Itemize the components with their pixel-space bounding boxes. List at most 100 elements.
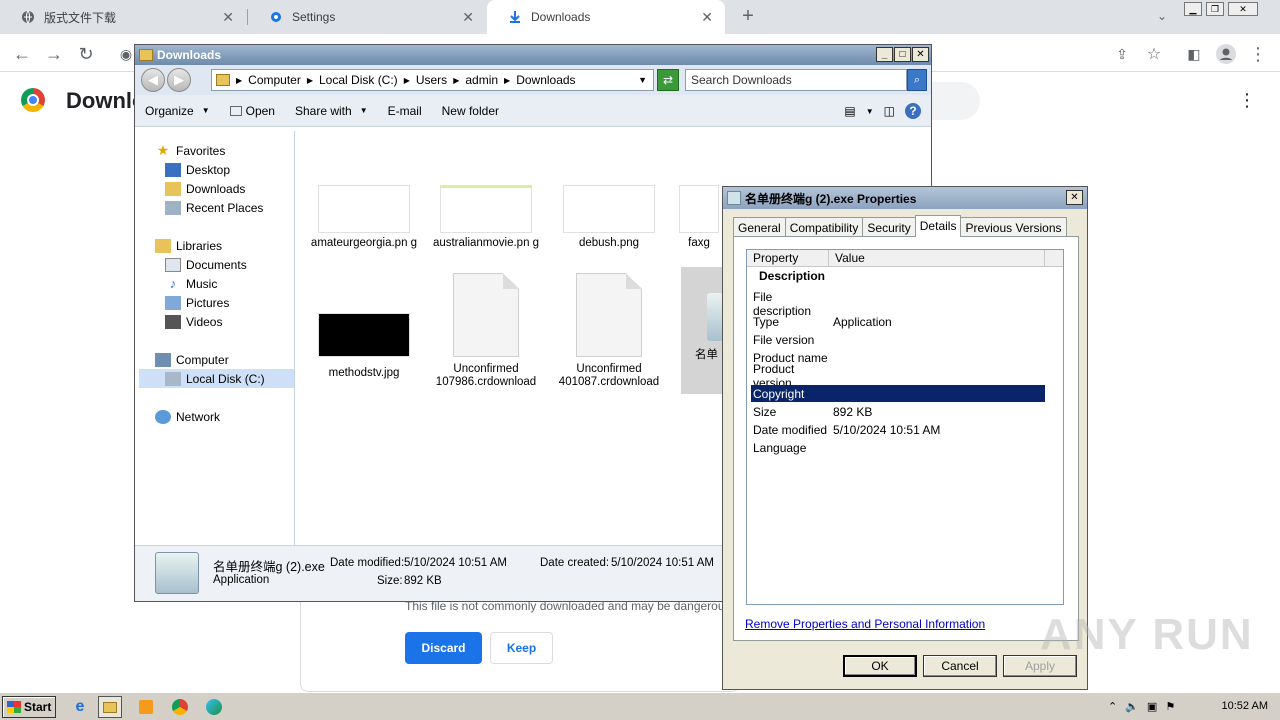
column-header-value[interactable]: Value xyxy=(829,250,1045,266)
close-icon[interactable]: ✕ xyxy=(222,9,234,26)
tab-details[interactable]: Details xyxy=(914,215,962,237)
property-row[interactable]: File version xyxy=(751,331,1045,348)
remove-properties-link[interactable]: Remove Properties and Personal Informati… xyxy=(745,617,985,631)
share-icon[interactable]: ⇪ xyxy=(1110,42,1134,66)
chrome-taskbar-icon[interactable] xyxy=(168,696,192,718)
organize-menu[interactable]: Organize ▼ xyxy=(135,104,220,118)
dropdown-arrow-icon[interactable]: ▼ xyxy=(638,75,647,85)
tab-security[interactable]: Security xyxy=(862,217,916,237)
refresh-icon[interactable]: ⇄ xyxy=(657,69,679,91)
file-item-selected[interactable]: 名单 (2 xyxy=(681,267,723,394)
email-button[interactable]: E-mail xyxy=(378,104,432,118)
star-icon[interactable]: ☆ xyxy=(1142,42,1166,66)
file-item[interactable]: amateurgeorgia.pn g xyxy=(308,185,420,250)
maximize-button[interactable]: □ xyxy=(894,47,911,62)
media-player-icon[interactable] xyxy=(134,696,158,718)
ie-icon[interactable]: e xyxy=(68,696,92,718)
network-tray-icon[interactable]: ▣ xyxy=(1147,700,1157,713)
property-row[interactable]: Date modified 5/10/2024 10:51 AM xyxy=(751,421,1045,438)
file-item[interactable]: australianmovie.pn g xyxy=(430,185,542,250)
nav-local-disk[interactable]: Local Disk (C:) xyxy=(139,369,294,388)
cancel-button[interactable]: Cancel xyxy=(923,655,997,677)
tray-arrow-icon[interactable]: ⌃ xyxy=(1108,700,1117,713)
start-button[interactable]: Start xyxy=(2,696,56,718)
property-row[interactable]: File description xyxy=(751,290,1045,318)
tab-previous-versions[interactable]: Previous Versions xyxy=(960,217,1067,237)
new-tab-icon[interactable]: + xyxy=(736,4,760,28)
chevron-down-icon[interactable]: ⌄ xyxy=(1150,4,1174,28)
flag-icon[interactable]: ⚑ xyxy=(1165,700,1175,713)
column-header-property[interactable]: Property xyxy=(747,250,829,266)
breadcrumb-local-disk[interactable]: Local Disk (C:) xyxy=(319,73,398,87)
property-row-selected[interactable]: Copyright xyxy=(751,385,1045,402)
address-row: ◀ ▶ ▶ Computer ▶ Local Disk (C:) ▶ Users… xyxy=(135,65,931,95)
nav-pictures[interactable]: Pictures xyxy=(165,293,229,312)
preview-pane-icon[interactable]: ◫ xyxy=(884,104,895,118)
nav-documents[interactable]: Documents xyxy=(165,255,247,274)
property-row[interactable]: Type Application xyxy=(751,313,1045,330)
address-bar[interactable]: ▶ Computer ▶ Local Disk (C:) ▶ Users ▶ a… xyxy=(211,69,654,91)
nav-libraries[interactable]: Libraries xyxy=(155,236,222,255)
help-icon[interactable]: ? xyxy=(905,103,921,119)
close-button[interactable]: ✕ xyxy=(912,47,929,62)
explorer-taskbar-icon[interactable] xyxy=(98,696,122,718)
tab-downloads[interactable]: Downloads ✕ xyxy=(487,0,725,34)
tab-compatibility[interactable]: Compatibility xyxy=(784,217,864,237)
share-with-menu[interactable]: Share with ▼ xyxy=(285,104,378,118)
tab-general[interactable]: General xyxy=(733,217,786,237)
nav-videos[interactable]: Videos xyxy=(165,312,222,331)
file-item[interactable]: faxg xyxy=(676,185,722,250)
file-item[interactable]: Unconfirmed 401087.crdownload xyxy=(553,273,665,389)
clock[interactable]: 10:52 AM xyxy=(1222,700,1268,712)
breadcrumb-computer[interactable]: Computer xyxy=(248,73,301,87)
breadcrumb-downloads[interactable]: Downloads xyxy=(516,73,575,87)
property-row[interactable]: Product version xyxy=(751,362,1045,390)
close-icon[interactable]: ✕ xyxy=(701,9,713,26)
discard-button[interactable]: Discard xyxy=(405,632,482,664)
open-button[interactable]: Open xyxy=(220,104,285,118)
search-icon[interactable]: ⌕ xyxy=(907,69,927,91)
ok-button[interactable]: OK xyxy=(843,655,917,677)
close-icon[interactable]: ✕ xyxy=(462,9,474,26)
property-row[interactable]: Size 892 KB xyxy=(751,403,1045,420)
reload-icon[interactable]: ↻ xyxy=(74,42,98,66)
property-list[interactable]: Property Value Description File descript… xyxy=(746,249,1064,605)
breadcrumb-admin[interactable]: admin xyxy=(465,73,498,87)
close-button[interactable]: ✕ xyxy=(1066,190,1083,205)
keep-button[interactable]: Keep xyxy=(490,632,553,664)
profile-icon[interactable] xyxy=(1214,42,1238,66)
more-actions-icon[interactable]: ⋮ xyxy=(1238,90,1256,111)
nav-desktop[interactable]: Desktop xyxy=(165,160,230,179)
dialog-titlebar[interactable]: 名单册终端g (2).exe Properties ✕ xyxy=(723,187,1087,209)
nav-music[interactable]: ♪ Music xyxy=(165,274,218,293)
nav-computer[interactable]: Computer xyxy=(155,350,229,369)
new-folder-button[interactable]: New folder xyxy=(432,104,509,118)
nav-downloads[interactable]: Downloads xyxy=(165,179,245,198)
change-view-icon[interactable]: ▤ xyxy=(844,104,855,118)
forward-icon[interactable]: ▶ xyxy=(167,68,191,92)
minimize-icon[interactable]: ▁ xyxy=(1184,2,1202,16)
explorer-titlebar[interactable]: Downloads _ □ ✕ xyxy=(135,45,931,65)
restore-icon[interactable]: ❐ xyxy=(1206,2,1224,16)
edge-icon[interactable] xyxy=(202,696,226,718)
forward-icon[interactable]: → xyxy=(42,42,66,66)
nav-favorites[interactable]: ★ Favorites xyxy=(155,141,226,160)
file-item[interactable]: Unconfirmed 107986.crdownload xyxy=(430,273,542,389)
breadcrumb-users[interactable]: Users xyxy=(416,73,447,87)
back-icon[interactable]: ← xyxy=(10,42,34,66)
close-window-icon[interactable]: ✕ xyxy=(1228,2,1258,16)
tab-download-page[interactable]: 版式文件下载 ✕ xyxy=(0,0,246,34)
volume-icon[interactable]: 🔈 xyxy=(1125,700,1139,713)
back-icon[interactable]: ◀ xyxy=(141,68,165,92)
nav-recent-places[interactable]: Recent Places xyxy=(165,198,263,217)
file-item[interactable]: debush.png xyxy=(553,185,665,250)
search-input[interactable]: Search Downloads xyxy=(685,69,907,91)
file-item[interactable]: methodstv.jpg xyxy=(308,313,420,380)
side-panel-icon[interactable]: ◧ xyxy=(1182,42,1206,66)
nav-network[interactable]: Network xyxy=(155,407,220,426)
menu-kebab-icon[interactable]: ⋮ xyxy=(1246,42,1270,66)
dropdown-arrow-icon[interactable]: ▼ xyxy=(866,107,874,116)
property-row[interactable]: Language xyxy=(751,439,1045,456)
minimize-button[interactable]: _ xyxy=(876,47,893,62)
tab-settings[interactable]: Settings ✕ xyxy=(248,0,486,34)
